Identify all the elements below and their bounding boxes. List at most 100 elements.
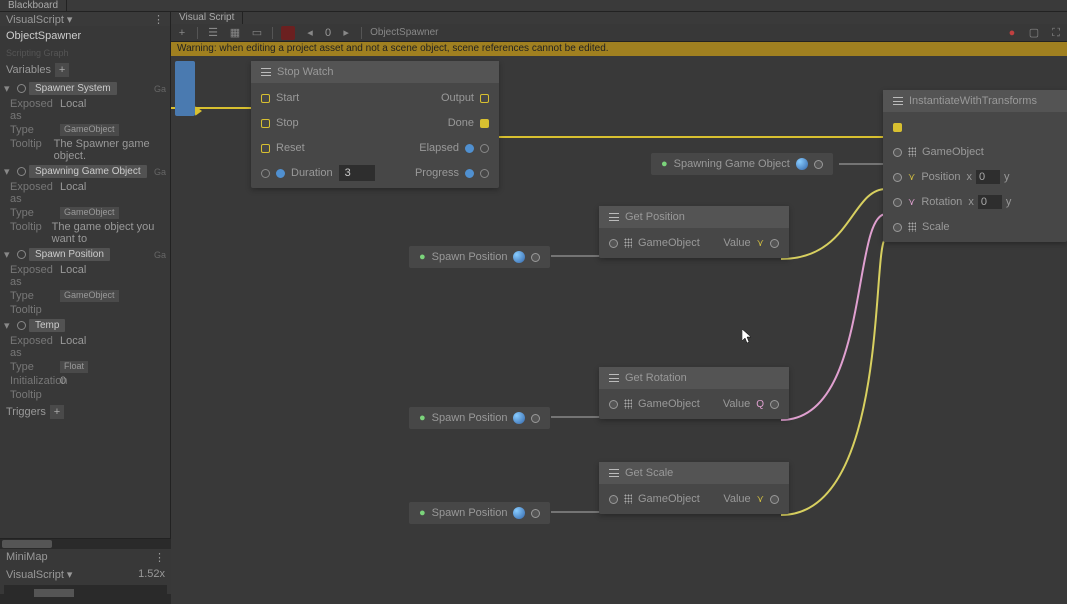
grid-icon[interactable]: ▦ (228, 26, 242, 40)
data-out-port[interactable] (770, 400, 779, 409)
graph-title: ObjectSpawner (0, 26, 170, 46)
instantiate-node[interactable]: InstantiateWithTransforms GameObject ⋎Po… (883, 90, 1067, 242)
error-icon[interactable]: ● (1005, 26, 1019, 40)
settings-icon[interactable]: ▢ (1027, 26, 1041, 40)
flow-out-port[interactable] (480, 94, 489, 103)
variable-row[interactable]: ▾ Spawn Position Ga (0, 246, 170, 263)
data-out-port[interactable] (531, 509, 540, 518)
data-out-port[interactable] (480, 169, 489, 178)
duration-input[interactable] (339, 165, 375, 181)
tab-blackboard[interactable]: Blackboard (0, 0, 67, 11)
gameobject-type-icon (624, 399, 632, 409)
bottom-panel: MiniMap ⋮ VisualScript ▾ 1.52x (0, 538, 171, 594)
data-out-port[interactable] (770, 239, 779, 248)
zoom-level: 1.52x (138, 568, 165, 581)
minimap-menu[interactable]: ⋮ (154, 551, 165, 564)
gameobject-type-icon (624, 494, 632, 504)
chevron-down-icon[interactable]: ▾ (4, 319, 14, 332)
chevron-down-icon[interactable]: ▾ (4, 165, 14, 178)
variable-row[interactable]: ▾ Temp (0, 317, 170, 334)
gameobject-type-icon (624, 238, 632, 248)
var-port[interactable] (17, 84, 26, 93)
graph-subtitle: Scripting Graph (0, 46, 170, 60)
data-in-port[interactable] (609, 239, 618, 248)
scale-type-icon (908, 222, 916, 232)
sidebar-header[interactable]: VisualScript ▾ ⋮ (0, 12, 170, 26)
data-out-port[interactable] (531, 253, 540, 262)
minimap-view[interactable] (4, 585, 167, 603)
horizontal-scrollbar[interactable] (0, 539, 171, 549)
variable-node[interactable]: ●Spawning Game Object (651, 153, 833, 175)
data-in-port[interactable] (609, 495, 618, 504)
variables-section: Variables + (0, 60, 170, 80)
flow-in-port[interactable] (261, 94, 270, 103)
triggers-section: Triggers + (0, 402, 170, 422)
minimap-vs[interactable]: VisualScript ▾ (6, 568, 72, 581)
graph-canvas[interactable]: Stop Watch Start Stop Reset Duration Out… (171, 56, 1067, 604)
variable-name[interactable]: Spawner System (29, 82, 117, 95)
flow-in-port[interactable] (261, 119, 270, 128)
add-variable-button[interactable]: + (55, 63, 69, 77)
breadcrumb[interactable]: ObjectSpawner (370, 27, 438, 38)
data-out-port[interactable] (531, 414, 540, 423)
var-port[interactable] (17, 250, 26, 259)
variable-row[interactable]: ▾ Spawner System Ga (0, 80, 170, 97)
getposition-node[interactable]: Get Position GameObject Value⋎ (599, 206, 789, 258)
data-out-port[interactable] (480, 144, 489, 153)
flow-out-port[interactable] (480, 119, 489, 128)
flow-in-port[interactable] (893, 123, 902, 132)
data-in-port[interactable] (893, 173, 902, 182)
variable-node[interactable]: ●Spawn Position (409, 246, 550, 268)
scroll-thumb[interactable] (2, 540, 52, 548)
chevron-down-icon[interactable]: ▾ (4, 248, 14, 261)
main-area: Visual Script + ☰ ▦ ▭ ◂ 0 ▸ ObjectSpawne… (171, 12, 1067, 594)
prev-icon[interactable]: ◂ (303, 26, 317, 40)
node-header[interactable]: Stop Watch (251, 61, 499, 83)
hamburger-icon (261, 68, 271, 76)
save-icon[interactable]: ☰ (206, 26, 220, 40)
add-trigger-button[interactable]: + (50, 405, 64, 419)
data-in-port[interactable] (893, 198, 902, 207)
next-icon[interactable]: ▸ (339, 26, 353, 40)
data-out-port[interactable] (770, 495, 779, 504)
entry-node[interactable] (175, 61, 195, 116)
maximize-icon[interactable]: ⛶ (1049, 26, 1063, 40)
var-port[interactable] (17, 321, 26, 330)
variable-node[interactable]: ●Spawn Position (409, 407, 550, 429)
quaternion-icon: ⋎ (908, 197, 915, 208)
visualscript-dropdown[interactable]: VisualScript ▾ (6, 13, 72, 25)
layout-icon[interactable]: ▭ (250, 26, 264, 40)
data-in-port[interactable] (893, 223, 902, 232)
record-button[interactable] (281, 26, 295, 40)
toolbar: + ☰ ▦ ▭ ◂ 0 ▸ ObjectSpawner ● ▢ ⛶ (171, 24, 1067, 42)
minimap-label: MiniMap (6, 551, 48, 564)
flow-out-port[interactable] (195, 106, 202, 116)
variable-name[interactable]: Spawn Position (29, 248, 110, 261)
gameobject-type-icon (908, 147, 916, 157)
quaternion-icon: Q (756, 399, 764, 410)
stopwatch-node[interactable]: Stop Watch Start Stop Reset Duration Out… (251, 61, 499, 188)
hamburger-icon (893, 97, 903, 105)
variable-name[interactable]: Spawning Game Object (29, 165, 147, 178)
rotation-x-input[interactable] (978, 195, 1002, 209)
add-icon[interactable]: + (175, 26, 189, 40)
chevron-down-icon[interactable]: ▾ (4, 82, 14, 95)
flow-in-port[interactable] (261, 144, 270, 153)
getrotation-node[interactable]: Get Rotation GameObject ValueQ (599, 367, 789, 419)
mouse-cursor (742, 329, 754, 345)
var-port[interactable] (17, 167, 26, 176)
sidebar: VisualScript ▾ ⋮ ObjectSpawner Scripting… (0, 12, 171, 538)
vector-icon: ⋎ (757, 238, 764, 249)
position-x-input[interactable] (976, 170, 1000, 184)
data-out-port[interactable] (814, 160, 823, 169)
variable-name[interactable]: Temp (29, 319, 65, 332)
variable-row[interactable]: ▾ Spawning Game Object Ga (0, 163, 170, 180)
variable-node[interactable]: ●Spawn Position (409, 502, 550, 524)
data-in-port[interactable] (609, 400, 618, 409)
tab-visual-script[interactable]: Visual Script (171, 12, 243, 24)
data-in-port[interactable] (893, 148, 902, 157)
data-in-port[interactable] (261, 169, 270, 178)
sidebar-menu-icon[interactable]: ⋮ (153, 13, 164, 25)
getscale-node[interactable]: Get Scale GameObject Value⋎ (599, 462, 789, 514)
hamburger-icon (609, 213, 619, 221)
